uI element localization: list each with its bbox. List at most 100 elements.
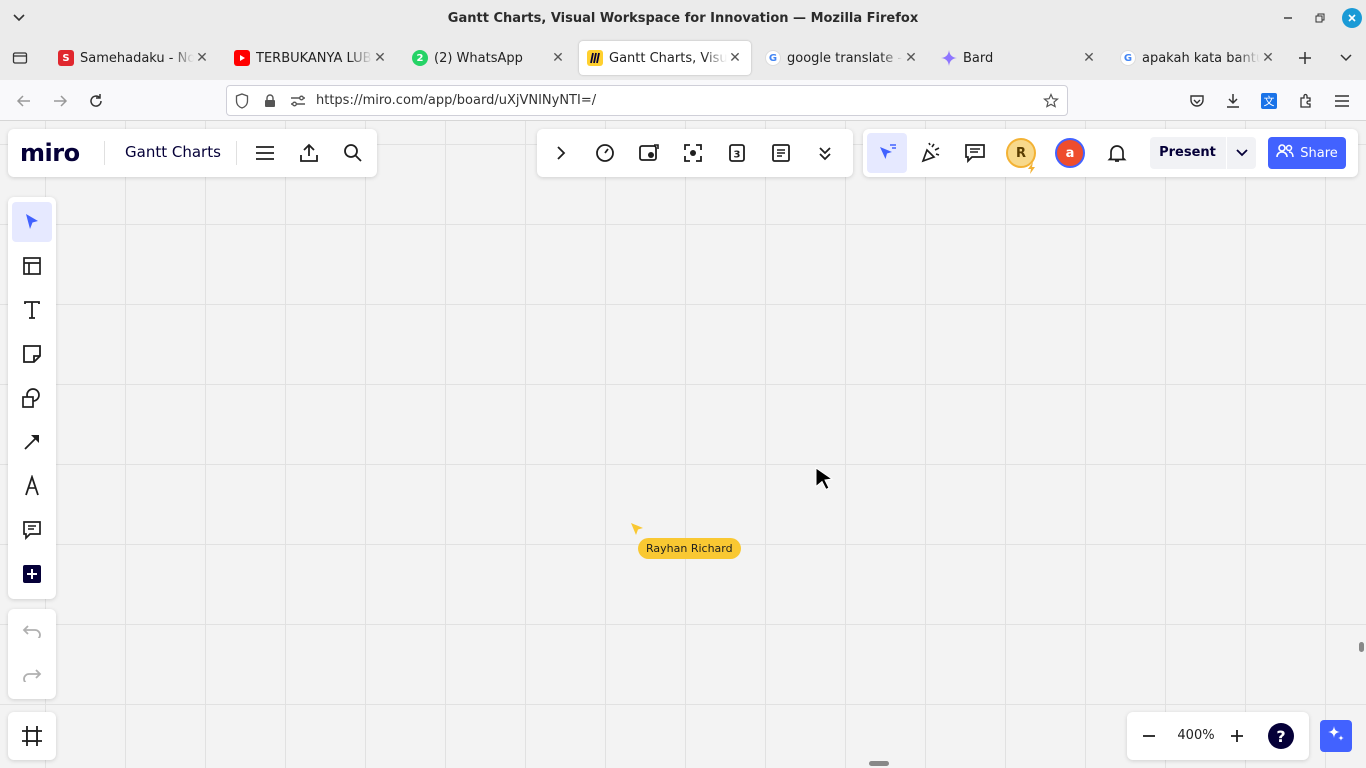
vertical-scrollbar[interactable] [1359, 642, 1364, 652]
main-menu-icon[interactable] [245, 133, 285, 173]
translate-extension-icon[interactable]: 文 [1257, 89, 1281, 113]
notifications-bell-icon[interactable] [1097, 133, 1137, 173]
downloads-icon[interactable] [1221, 89, 1245, 113]
forward-arrow-icon[interactable] [48, 89, 72, 113]
notes-document-icon[interactable] [761, 133, 801, 173]
tab-label: Bard [963, 50, 994, 66]
more-apps-plus-icon[interactable] [12, 554, 52, 594]
whatsapp-icon: 2 [412, 50, 428, 66]
miro-icon [587, 50, 603, 66]
tab-label: Samehadaku - Nont [80, 50, 194, 66]
voting-counter-icon[interactable]: 3 [717, 133, 757, 173]
ai-assist-button[interactable] [1320, 720, 1352, 752]
minimize-icon[interactable] [1278, 8, 1298, 28]
tab-bard[interactable]: Bard ✕ [933, 41, 1105, 75]
avatar[interactable]: a [1055, 138, 1085, 168]
tab-close-icon[interactable]: ✕ [727, 50, 743, 66]
reload-icon[interactable] [84, 89, 108, 113]
tab-close-icon[interactable]: ✕ [550, 50, 566, 66]
tracking-shield-icon[interactable] [233, 92, 251, 110]
select-pointer-icon[interactable] [12, 202, 52, 242]
text-tool-icon[interactable] [12, 290, 52, 330]
lock-icon[interactable] [261, 92, 279, 110]
divider [236, 141, 237, 165]
reactions-cursor-icon[interactable] [867, 133, 907, 173]
window-menu-chevron-icon[interactable] [10, 9, 28, 27]
divider [104, 141, 105, 165]
restore-icon[interactable] [1310, 8, 1330, 28]
search-icon[interactable] [333, 133, 373, 173]
share-button[interactable]: Share [1268, 137, 1346, 169]
horizontal-scrollbar[interactable] [869, 761, 889, 766]
tab-youtube[interactable]: TERBUKANYA LUBA ✕ [226, 41, 396, 75]
comment-tool-icon[interactable] [12, 510, 52, 550]
tab-google-search[interactable]: G apakah kata bantua ✕ [1112, 41, 1284, 75]
more-tools-chevrons-icon[interactable] [805, 133, 845, 173]
new-tab-plus-icon[interactable] [1294, 47, 1316, 69]
focus-frame-icon[interactable] [673, 133, 713, 173]
window-title: Gantt Charts, Visual Workspace for Innov… [447, 10, 919, 26]
bookmark-star-icon[interactable] [1042, 92, 1060, 110]
close-window-icon[interactable] [1342, 8, 1362, 28]
tab-label: (2) WhatsApp [434, 50, 523, 66]
google-icon: G [1120, 50, 1136, 66]
youtube-icon [234, 50, 250, 66]
pen-draw-icon[interactable] [12, 466, 52, 506]
mouse-pointer-icon [814, 467, 834, 491]
tab-google-translate[interactable]: G google translate - P ✕ [757, 41, 927, 75]
collaborator-name-tag: Rayhan Richard [638, 538, 741, 559]
list-all-tabs-chevron-icon[interactable] [1335, 47, 1357, 69]
comments-icon[interactable] [955, 133, 995, 173]
connection-line-arrow-icon[interactable] [12, 422, 52, 462]
back-arrow-icon[interactable] [12, 89, 36, 113]
export-upload-icon[interactable] [289, 133, 329, 173]
zoom-in-plus-icon[interactable] [1217, 716, 1257, 756]
tab-samehadaku[interactable]: S Samehadaku - Nont ✕ [50, 41, 218, 75]
users-icon [1276, 144, 1294, 162]
pocket-icon[interactable] [1185, 89, 1209, 113]
firefox-view-icon[interactable] [9, 47, 31, 69]
sparkle-icon [1326, 724, 1346, 748]
frames-icon[interactable] [12, 716, 52, 756]
present-button[interactable]: Present [1150, 137, 1256, 169]
url-bar[interactable]: https://miro.com/app/board/uXjVNINyNTI=/ [226, 85, 1068, 116]
frames-panel [8, 712, 56, 760]
tab-label: Gantt Charts, Visual [609, 50, 727, 66]
zoom-level[interactable]: 400% [1171, 712, 1221, 760]
tab-close-icon[interactable]: ✕ [903, 50, 919, 66]
undo-icon[interactable] [12, 611, 52, 651]
screen-record-icon[interactable] [629, 133, 669, 173]
tab-label: apakah kata bantua [1142, 50, 1260, 66]
templates-icon[interactable] [12, 246, 52, 286]
present-label: Present [1159, 145, 1216, 160]
collaboration-toolbar: 3 [537, 129, 853, 177]
sticky-note-icon[interactable] [12, 334, 52, 374]
tab-close-icon[interactable]: ✕ [1081, 50, 1097, 66]
extensions-puzzle-icon[interactable] [1294, 89, 1318, 113]
present-options-chevron-icon[interactable] [1226, 137, 1256, 169]
creation-toolbar [8, 197, 56, 599]
shapes-icon[interactable] [12, 378, 52, 418]
google-icon: G [765, 50, 781, 66]
hamburger-menu-icon[interactable] [1330, 89, 1354, 113]
tab-whatsapp[interactable]: 2 (2) WhatsApp ✕ [404, 41, 574, 75]
help-question-icon[interactable]: ? [1261, 716, 1301, 756]
miro-logo[interactable]: miro [20, 139, 80, 167]
window-titlebar: Gantt Charts, Visual Workspace for Innov… [0, 0, 1366, 36]
timer-icon[interactable] [585, 133, 625, 173]
svg-text:?: ? [1276, 727, 1285, 746]
celebrate-party-icon[interactable] [911, 133, 951, 173]
zoom-out-minus-icon[interactable] [1129, 716, 1169, 756]
redo-icon[interactable] [12, 655, 52, 695]
miro-board-canvas[interactable]: miro Gantt Charts 3 R a Present Share Ra… [0, 121, 1366, 768]
svg-text:3: 3 [734, 150, 741, 161]
expand-chevron-icon[interactable] [541, 133, 581, 173]
tab-close-icon[interactable]: ✕ [372, 50, 388, 66]
board-title[interactable]: Gantt Charts [125, 143, 221, 161]
zoom-controls: 400% ? [1127, 712, 1309, 760]
tab-close-icon[interactable]: ✕ [194, 50, 210, 66]
tab-label: google translate - P [787, 50, 903, 66]
tab-close-icon[interactable]: ✕ [1260, 50, 1276, 66]
tab-miro-gantt[interactable]: Gantt Charts, Visual ✕ [579, 41, 751, 75]
permissions-icon[interactable] [289, 92, 307, 110]
